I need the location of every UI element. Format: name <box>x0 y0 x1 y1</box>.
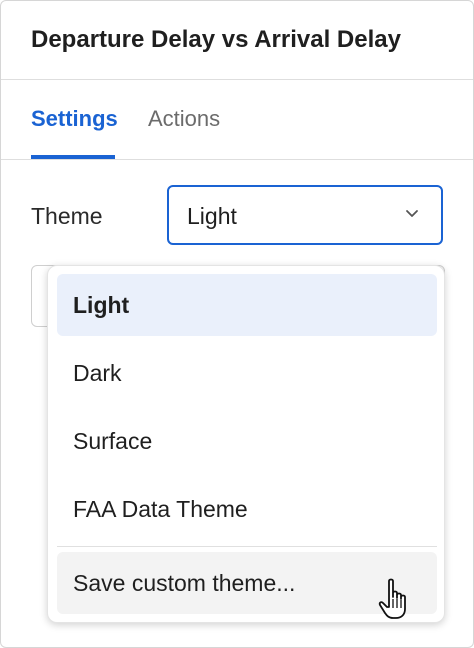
panel-header: Departure Delay vs Arrival Delay <box>1 1 473 80</box>
theme-option-label: Light <box>73 292 130 318</box>
theme-option-label: FAA Data Theme <box>73 496 248 522</box>
theme-label: Theme <box>31 203 103 229</box>
theme-option-faa-data-theme[interactable]: FAA Data Theme <box>57 478 437 540</box>
menu-divider <box>57 546 437 547</box>
panel-title: Departure Delay vs Arrival Delay <box>31 26 401 53</box>
theme-option-surface[interactable]: Surface <box>57 410 437 472</box>
save-custom-theme-label: Save custom theme... <box>73 570 296 596</box>
theme-select-value: Light <box>187 203 237 229</box>
tab-actions[interactable]: Actions <box>148 106 220 132</box>
properties-panel: Departure Delay vs Arrival Delay Setting… <box>0 0 474 648</box>
theme-option-light[interactable]: Light <box>57 274 437 336</box>
tab-settings[interactable]: Settings <box>31 106 118 132</box>
active-tab-indicator <box>31 155 115 159</box>
theme-option-label: Surface <box>73 428 153 454</box>
theme-select[interactable]: Light <box>167 185 443 245</box>
hand-pointer-icon <box>378 578 406 619</box>
theme-dropdown-menu: Light Dark Surface FAA Data Theme Save c… <box>47 265 445 623</box>
chevron-down-icon <box>406 210 418 217</box>
theme-option-label: Dark <box>73 360 122 386</box>
tab-bar: Settings Actions <box>1 80 473 160</box>
theme-option-dark[interactable]: Dark <box>57 342 437 404</box>
